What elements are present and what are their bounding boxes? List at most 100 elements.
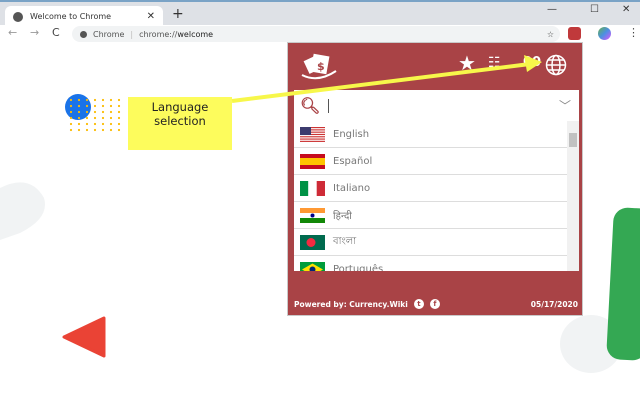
list-icon[interactable]: ☷ bbox=[488, 55, 501, 71]
decorative-gray-shape bbox=[0, 182, 45, 240]
language-name: Português bbox=[333, 263, 384, 272]
tab-title: Welcome to Chrome bbox=[30, 12, 112, 21]
close-tab-icon[interactable]: ✕ bbox=[147, 11, 155, 22]
menu-icon[interactable]: ⋮ bbox=[628, 26, 639, 39]
flag-bd-icon bbox=[300, 234, 325, 250]
forward-button[interactable]: → bbox=[30, 26, 39, 39]
globe-language-icon[interactable] bbox=[545, 54, 567, 76]
dot bbox=[109, 122, 113, 126]
dot bbox=[77, 122, 81, 126]
dot bbox=[117, 116, 121, 120]
popup-footer: Powered by: Currency.Wiki t f 05/17/2020 bbox=[294, 299, 578, 309]
url-host: welcome bbox=[177, 29, 214, 39]
language-name: Español bbox=[333, 155, 373, 167]
minimize-button[interactable]: — bbox=[547, 4, 557, 15]
chrome-globe-icon bbox=[13, 11, 23, 22]
bookmark-star-icon[interactable]: ☆ bbox=[547, 30, 554, 39]
dot bbox=[93, 122, 97, 126]
dot bbox=[93, 110, 97, 114]
dot bbox=[117, 122, 121, 126]
flag-br-icon bbox=[300, 261, 325, 271]
language-item-it[interactable]: Italiano bbox=[294, 175, 567, 202]
powered-by-link[interactable]: Powered by: Currency.Wiki bbox=[294, 300, 408, 309]
dot bbox=[69, 122, 73, 126]
dot bbox=[93, 116, 97, 120]
dot bbox=[109, 104, 113, 108]
dot bbox=[69, 110, 73, 114]
dot bbox=[77, 98, 81, 102]
maximize-button[interactable]: ☐ bbox=[590, 4, 599, 15]
dot bbox=[77, 128, 81, 132]
favorites-star-icon[interactable]: ★ bbox=[458, 51, 476, 75]
language-item-bd[interactable]: বাংলা bbox=[294, 229, 567, 256]
dot bbox=[101, 98, 105, 102]
language-item-es[interactable]: Español bbox=[294, 148, 567, 175]
language-item-us[interactable]: English bbox=[294, 121, 567, 148]
dot bbox=[85, 122, 89, 126]
dot bbox=[85, 116, 89, 120]
dot bbox=[117, 104, 121, 108]
dot bbox=[109, 98, 113, 102]
reload-button[interactable]: C bbox=[52, 26, 60, 39]
dot bbox=[85, 128, 89, 132]
dot bbox=[109, 110, 113, 114]
dot bbox=[117, 110, 121, 114]
flag-in-icon bbox=[300, 207, 325, 223]
dot bbox=[69, 104, 73, 108]
chevron-down-icon[interactable]: ﹀ bbox=[559, 97, 571, 114]
decorative-red-triangle bbox=[62, 316, 106, 358]
annotation-callout: Language selection bbox=[128, 97, 232, 150]
tab-welcome[interactable]: Welcome to Chrome ✕ bbox=[5, 6, 163, 27]
flag-it-icon bbox=[300, 180, 325, 196]
facebook-icon[interactable]: f bbox=[429, 299, 440, 309]
dot bbox=[101, 116, 105, 120]
dot bbox=[69, 98, 73, 102]
dot bbox=[93, 104, 97, 108]
twitter-icon[interactable]: t bbox=[413, 299, 424, 309]
date-label: 05/17/2020 bbox=[530, 299, 578, 309]
dot bbox=[109, 116, 113, 120]
decorative-green-shape bbox=[606, 207, 640, 361]
dot bbox=[101, 104, 105, 108]
dot bbox=[77, 110, 81, 114]
annotation-text: Language selection bbox=[151, 100, 209, 128]
toolbar: ← → C Chrome | chrome://welcome ☆ ⋮ bbox=[0, 25, 640, 43]
text-cursor bbox=[328, 98, 330, 113]
language-name: हिन्दी bbox=[333, 211, 352, 222]
search-icon: 🔍︎ bbox=[300, 96, 321, 115]
close-window-button[interactable]: ✕ bbox=[622, 4, 630, 15]
currency-wiki-logo: $ bbox=[301, 53, 337, 80]
back-button[interactable]: ← bbox=[8, 26, 17, 39]
svg-text:$: $ bbox=[317, 60, 325, 73]
flag-es-icon bbox=[300, 153, 325, 169]
language-item-in[interactable]: हिन्दी bbox=[294, 202, 567, 229]
flag-us-icon bbox=[300, 126, 325, 142]
dot bbox=[77, 116, 81, 120]
site-info-icon[interactable] bbox=[80, 30, 87, 38]
dot bbox=[117, 98, 121, 102]
profile-avatar[interactable] bbox=[598, 27, 611, 40]
language-search-input[interactable]: 🔍︎ ﹀ bbox=[294, 90, 579, 121]
new-tab-button[interactable]: + bbox=[172, 6, 184, 22]
scrollbar[interactable] bbox=[567, 121, 579, 271]
address-bar[interactable]: Chrome | chrome://welcome ☆ bbox=[72, 26, 560, 42]
currency-extension-popup: $ ★ ☷ .00 🔍︎ ﹀ English Español Italiano हिन… bbox=[287, 42, 583, 316]
dot bbox=[109, 128, 113, 132]
url-prefix: chrome:// bbox=[139, 29, 178, 39]
dot bbox=[93, 98, 97, 102]
scrollbar-thumb[interactable] bbox=[569, 133, 577, 147]
dot bbox=[117, 128, 121, 132]
language-item-br[interactable]: Português bbox=[294, 256, 567, 271]
dot bbox=[77, 104, 81, 108]
decimals-icon[interactable]: .00 bbox=[518, 55, 541, 70]
language-list: English Español Italiano हिन्दी বাংলা Portugu… bbox=[294, 121, 579, 271]
dot bbox=[85, 98, 89, 102]
language-name: Italiano bbox=[333, 182, 371, 194]
currency-extension-icon[interactable] bbox=[568, 27, 581, 40]
dot bbox=[101, 110, 105, 114]
dot bbox=[69, 116, 73, 120]
dot bbox=[101, 122, 105, 126]
dot bbox=[93, 128, 97, 132]
dot bbox=[101, 128, 105, 132]
dot bbox=[85, 110, 89, 114]
